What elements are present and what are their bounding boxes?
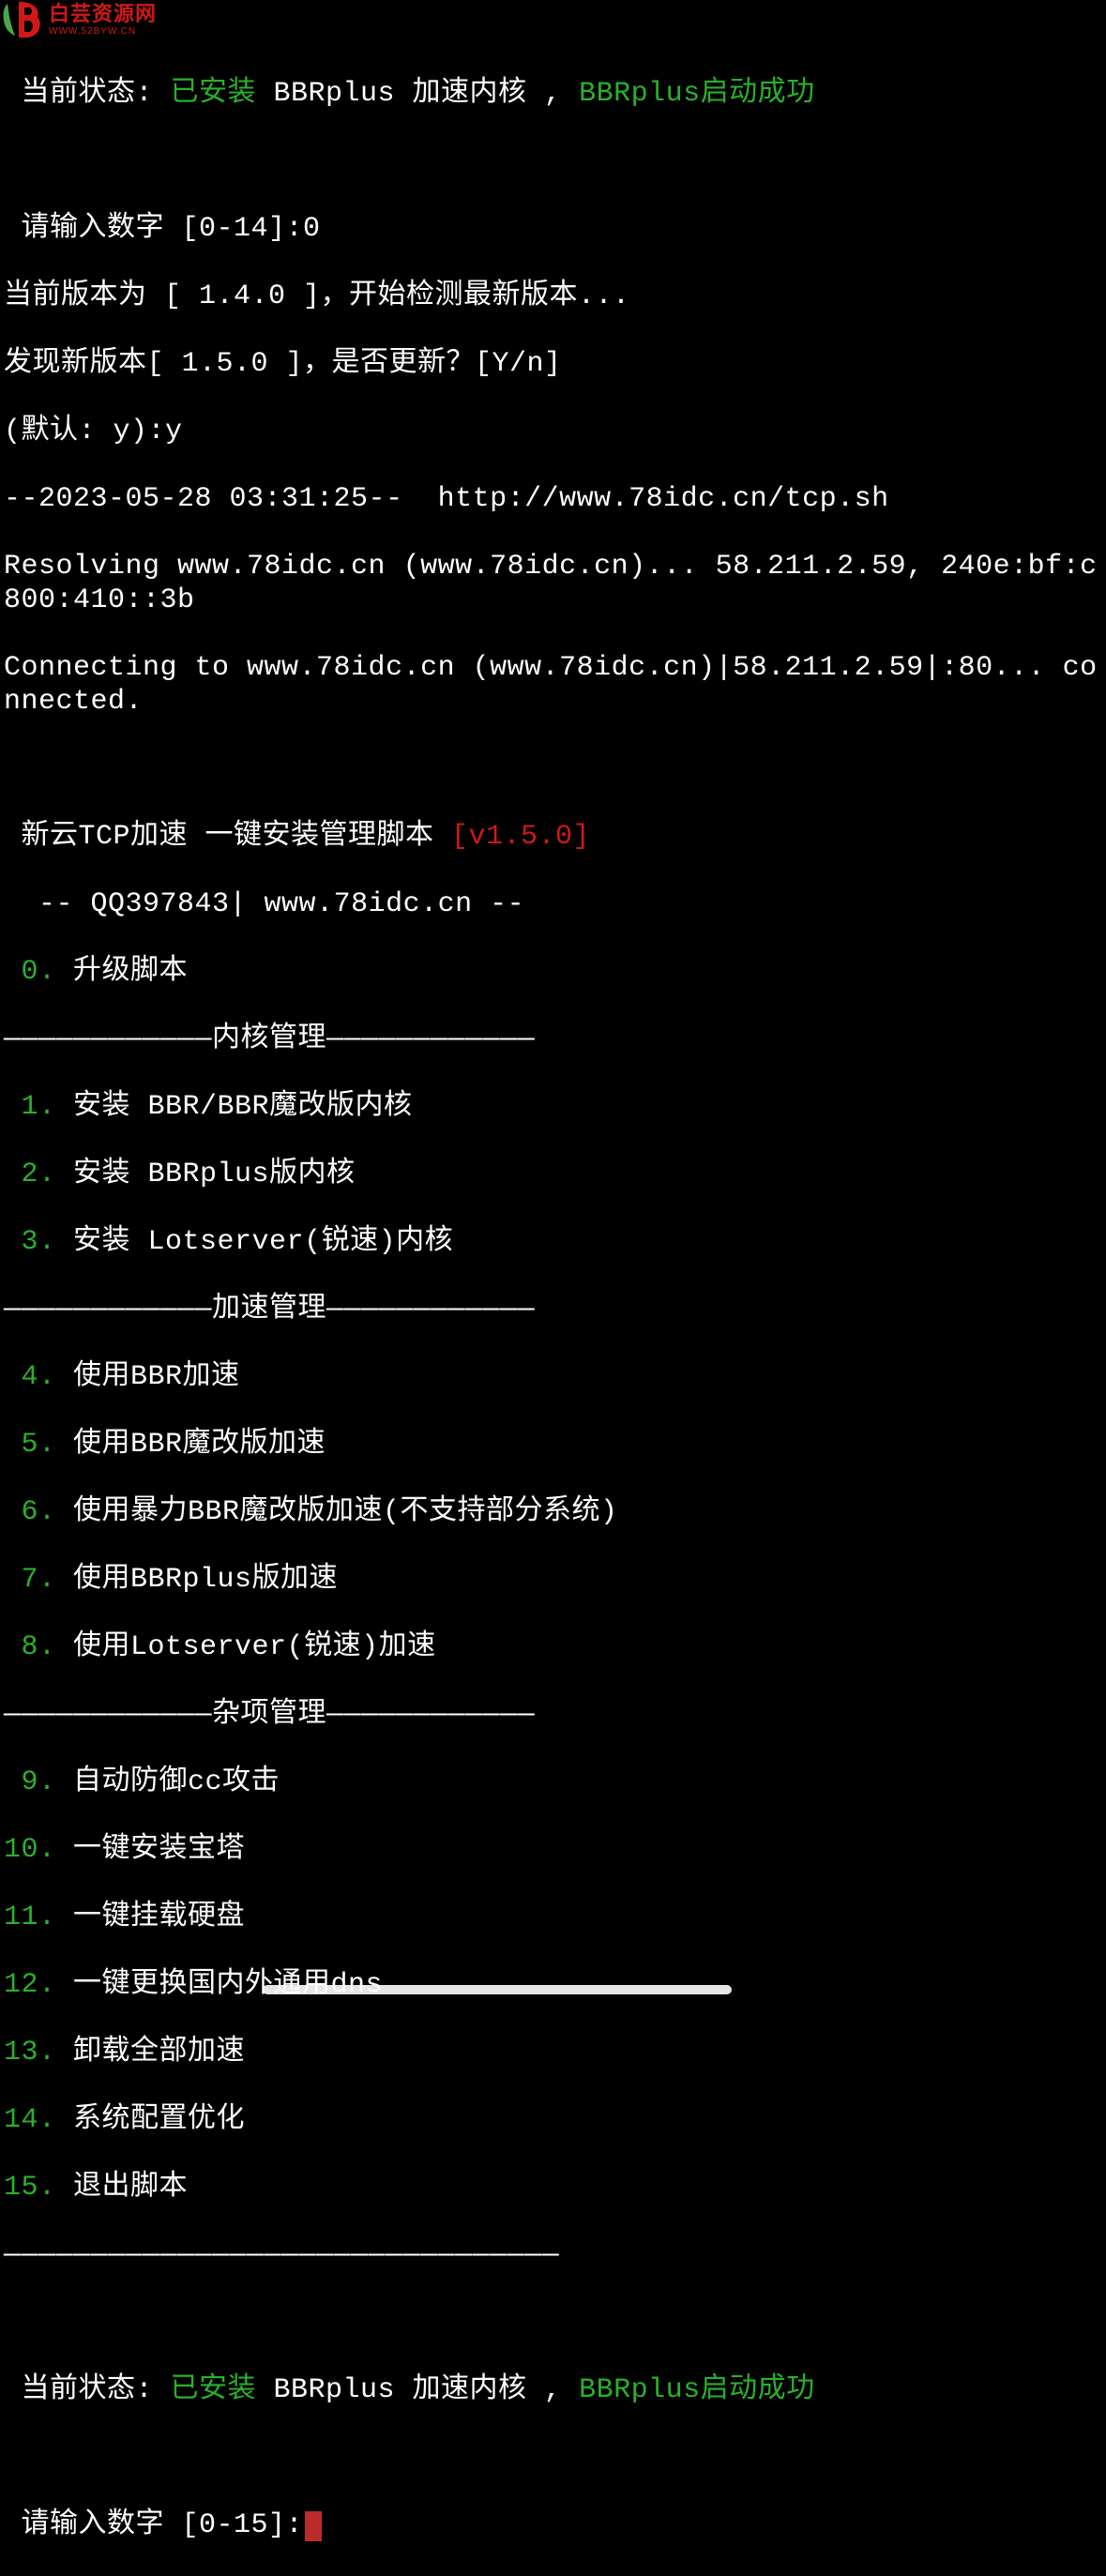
menu-item-7: 7. 使用BBRplus版加速 (4, 1563, 1102, 1597)
prompt-line-2[interactable]: 请输入数字 [0-15]: (4, 2508, 1102, 2542)
menu-text: 升级脚本 (56, 956, 189, 988)
menu-item-15: 15. 退出脚本 (4, 2171, 1102, 2205)
menu-num: 3. (4, 1226, 56, 1258)
status-installed: 已安装 (171, 2374, 257, 2406)
contact-line: -- QQ397843| www.78idc.cn -- (4, 887, 1102, 921)
menu-text: 安装 BBR/BBR魔改版内核 (56, 1091, 413, 1123)
prompt-line: 请输入数字 [0-14]:0 (4, 212, 1102, 246)
menu-item-3: 3. 安装 Lotserver(锐速)内核 (4, 1225, 1102, 1259)
status-success: BBRplus启动成功 (579, 78, 815, 110)
menu-num: 2. (4, 1159, 56, 1190)
menu-item-4: 4. 使用BBR加速 (4, 1360, 1102, 1394)
blank-line (4, 2306, 1102, 2340)
menu-text: 一键挂载硬盘 (56, 1902, 246, 1933)
menu-num: 12. (4, 1969, 56, 2001)
separator-misc: ————————————杂项管理———————————— (4, 1698, 1102, 1732)
status-prefix: 当前状态: (4, 78, 171, 110)
menu-num: 9. (4, 1766, 56, 1798)
menu-item-13: 13. 卸载全部加速 (4, 2036, 1102, 2069)
menu-num: 15. (4, 2172, 56, 2204)
status-success: BBRplus启动成功 (579, 2374, 815, 2406)
status-kernel: BBRplus 加速内核 , (256, 2374, 579, 2406)
menu-text: 安装 Lotserver(锐速)内核 (56, 1226, 454, 1258)
menu-text: 退出脚本 (56, 2172, 189, 2204)
menu-item-9: 9. 自动防御cc攻击 (4, 1765, 1102, 1799)
status-kernel: BBRplus 加速内核 , (256, 78, 579, 110)
menu-item-0: 0. 升级脚本 (4, 955, 1102, 989)
menu-num: 10. (4, 1834, 56, 1866)
menu-item-2: 2. 安装 BBRplus版内核 (4, 1158, 1102, 1191)
scrollbar-indicator[interactable] (263, 1985, 732, 1994)
logo-icon (0, 0, 45, 39)
menu-text: 使用暴力BBR魔改版加速(不支持部分系统) (56, 1496, 618, 1528)
version-current: 当前版本为 [ 1.4.0 ]，开始检测最新版本... (4, 280, 1102, 313)
menu-item-5: 5. 使用BBR魔改版加速 (4, 1428, 1102, 1462)
version-new: 发现新版本[ 1.5.0 ]，是否更新？[Y/n] (4, 347, 1102, 381)
title-version: [v1.5.0] (451, 821, 590, 853)
menu-num: 1. (4, 1091, 56, 1123)
watermark-text: 白芸资源网 WWW.52BYW.CN (49, 2, 157, 38)
watermark-url: WWW.52BYW.CN (49, 26, 157, 38)
menu-text: 自动防御cc攻击 (56, 1766, 280, 1798)
default-prompt: (默认: y):y (4, 415, 1102, 448)
menu-num: 4. (4, 1361, 56, 1393)
status-installed: 已安装 (171, 78, 257, 110)
menu-text: 系统配置优化 (56, 2104, 246, 2136)
menu-text: 使用BBR魔改版加速 (56, 1429, 326, 1461)
connecting-line: Connecting to www.78idc.cn (www.78idc.cn… (4, 651, 1102, 719)
menu-item-6: 6. 使用暴力BBR魔改版加速(不支持部分系统) (4, 1495, 1102, 1529)
menu-item-14: 14. 系统配置优化 (4, 2103, 1102, 2137)
blank-line (4, 752, 1102, 786)
blank-line (4, 2441, 1102, 2475)
terminal-output[interactable]: 当前状态: 已安装 BBRplus 加速内核 , BBRplus启动成功 请输入… (4, 4, 1102, 2576)
menu-text: 使用BBR加速 (56, 1361, 240, 1393)
status-line: 当前状态: 已安装 BBRplus 加速内核 , BBRplus启动成功 (4, 77, 1102, 111)
cursor-icon (305, 2511, 322, 2541)
separator-kernel: ————————————内核管理———————————— (4, 1023, 1102, 1056)
menu-item-11: 11. 一键挂载硬盘 (4, 1901, 1102, 1934)
menu-item-10: 10. 一键安装宝塔 (4, 1833, 1102, 1867)
menu-num: 0. (4, 956, 56, 988)
menu-num: 11. (4, 1902, 56, 1933)
watermark-logo-area: 白芸资源网 WWW.52BYW.CN (0, 0, 157, 39)
menu-text: 使用BBRplus版加速 (56, 1564, 339, 1596)
menu-text: 一键安装宝塔 (56, 1834, 246, 1866)
separator-accel: ————————————加速管理———————————— (4, 1293, 1102, 1326)
title-text: 新云TCP加速 一键安装管理脚本 (4, 821, 451, 853)
status-line-2: 当前状态: 已安装 BBRplus 加速内核 , BBRplus启动成功 (4, 2373, 1102, 2407)
separator-end: ———————————————————————————————— (4, 2238, 1102, 2272)
menu-text: 安装 BBRplus版内核 (56, 1159, 356, 1190)
prompt-text: 请输入数字 [0-15]: (4, 2509, 303, 2541)
watermark-title: 白芸资源网 (49, 2, 157, 26)
script-title: 新云TCP加速 一键安装管理脚本 [v1.5.0] (4, 820, 1102, 854)
wget-line: --2023-05-28 03:31:25-- http://www.78idc… (4, 482, 1102, 516)
menu-num: 14. (4, 2104, 56, 2136)
menu-item-1: 1. 安装 BBR/BBR魔改版内核 (4, 1090, 1102, 1124)
status-prefix: 当前状态: (4, 2374, 171, 2406)
menu-text: 使用Lotserver(锐速)加速 (56, 1631, 436, 1663)
resolving-line: Resolving www.78idc.cn (www.78idc.cn)...… (4, 550, 1102, 617)
menu-item-8: 8. 使用Lotserver(锐速)加速 (4, 1630, 1102, 1664)
menu-num: 5. (4, 1429, 56, 1461)
menu-text: 卸载全部加速 (56, 2037, 246, 2068)
menu-num: 8. (4, 1631, 56, 1663)
menu-num: 6. (4, 1496, 56, 1528)
menu-num: 13. (4, 2037, 56, 2068)
menu-num: 7. (4, 1564, 56, 1596)
blank-line (4, 144, 1102, 178)
